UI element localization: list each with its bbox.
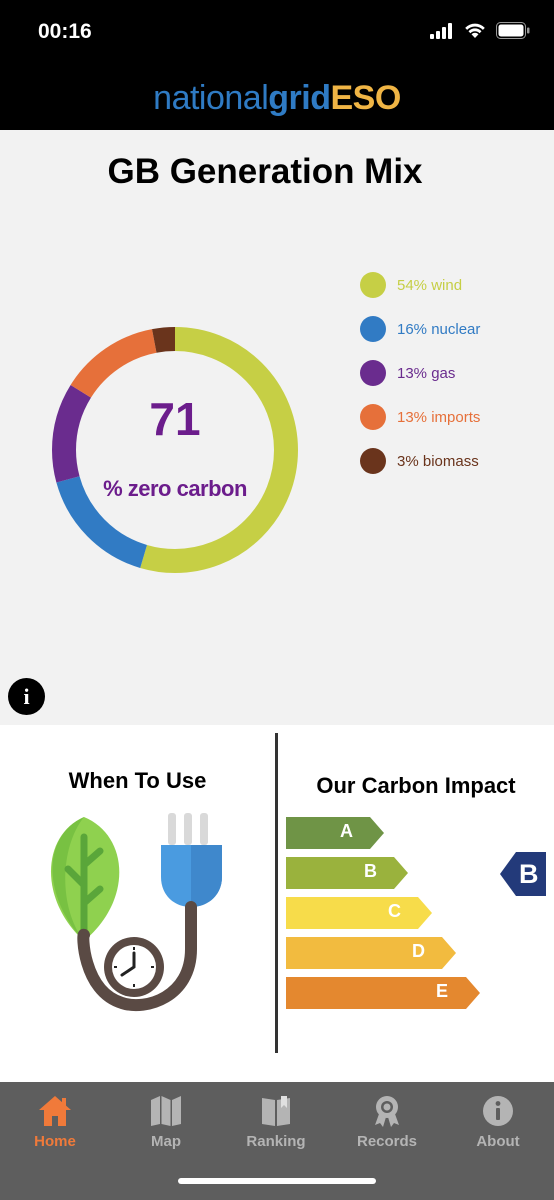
rating-label: B — [364, 861, 377, 881]
tab-label: Records — [356, 1133, 418, 1150]
logo-text-eso: ESO — [330, 78, 402, 117]
logo-text-national: national — [153, 78, 269, 117]
rating-bar-b: B — [286, 857, 408, 889]
legend-label: 16% nuclear — [397, 320, 481, 338]
when-to-use-title[interactable]: When To Use — [0, 768, 275, 794]
zero-carbon-caption: % zero carbon — [103, 476, 247, 501]
carbon-impact-title[interactable]: Our Carbon Impact — [278, 773, 554, 799]
tab-label: About — [476, 1133, 520, 1150]
legend-label: 13% imports — [397, 408, 481, 426]
legend-label: 54% wind — [397, 276, 463, 294]
map-icon — [151, 1096, 181, 1126]
legend-dot-icon — [360, 404, 386, 430]
rating-arrow-shape — [286, 857, 408, 889]
battery-icon — [496, 22, 530, 39]
rating-label: E — [436, 981, 449, 1001]
legend-label: 13% gas — [397, 364, 456, 382]
tab-map[interactable]: Map — [116, 1094, 216, 1150]
rating-bar-c: C — [286, 897, 432, 929]
rating-label: A — [340, 821, 353, 841]
rating-bar-d: D — [286, 937, 456, 969]
status-bar: 00:16 — [0, 0, 554, 66]
tab-label: Ranking — [246, 1133, 306, 1150]
logo-text-grid: grid — [268, 78, 331, 117]
award-ribbon-icon — [375, 1096, 399, 1127]
rating-bar-e: E — [286, 977, 480, 1009]
tab-home[interactable]: Home — [5, 1094, 105, 1150]
rating-arrow-shape — [286, 977, 480, 1009]
tab-records[interactable]: Records — [337, 1094, 437, 1150]
legend-item: 13% gas — [360, 360, 480, 386]
rating-arrow-shape — [286, 937, 456, 969]
rating-bar-a: A — [286, 817, 384, 849]
legend-item: 16% nuclear — [360, 316, 480, 342]
status-time: 00:16 — [38, 20, 92, 43]
legend-item: 13% imports — [360, 404, 480, 430]
legend-item: 3% biomass — [360, 448, 480, 474]
national-grid-eso-logo: nationalgridESO — [153, 79, 401, 118]
generation-mix-legend: 54% wind 16% nuclear 13% gas 13% imports 3% … — [360, 272, 480, 492]
legend-label: 3% biomass — [397, 452, 479, 470]
brand-header: nationalgridESO — [0, 66, 554, 130]
home-indicator[interactable] — [178, 1178, 376, 1184]
generation-mix-panel: GB Generation Mix 71 % zero carbon 54% w… — [0, 130, 554, 725]
status-icons — [430, 22, 530, 39]
ranking-book-icon — [262, 1096, 290, 1126]
tab-ranking[interactable]: Ranking — [226, 1094, 326, 1150]
info-circle-icon — [483, 1096, 513, 1126]
carbon-rating-scale[interactable]: ABCDE — [286, 817, 480, 1017]
leaf-plug-clock-illustration[interactable] — [38, 807, 228, 1022]
generation-mix-donut-chart — [52, 327, 298, 573]
generation-mix-title: GB Generation Mix — [107, 152, 423, 191]
legend-item: 54% wind — [360, 272, 480, 298]
rating-arrow-shape — [286, 817, 384, 849]
info-button[interactable]: i — [8, 678, 45, 715]
rating-arrow-shape — [286, 897, 432, 929]
legend-dot-icon — [360, 448, 386, 474]
wifi-icon — [465, 23, 485, 38]
current-rating-label: B — [519, 859, 539, 889]
tab-about[interactable]: About — [448, 1094, 548, 1150]
cellular-signal-icon — [430, 22, 452, 39]
legend-dot-icon — [360, 360, 386, 386]
home-icon — [39, 1096, 71, 1126]
rating-label: C — [388, 901, 401, 921]
zero-carbon-value: 71 — [149, 393, 201, 445]
tab-label: Home — [34, 1133, 76, 1150]
legend-dot-icon — [360, 316, 386, 342]
legend-dot-icon — [360, 272, 386, 298]
feature-cards: When To Use Our Carbon Impact ABCDE B — [0, 725, 554, 1082]
rating-label: D — [412, 941, 425, 961]
tab-label: Map — [151, 1133, 181, 1150]
